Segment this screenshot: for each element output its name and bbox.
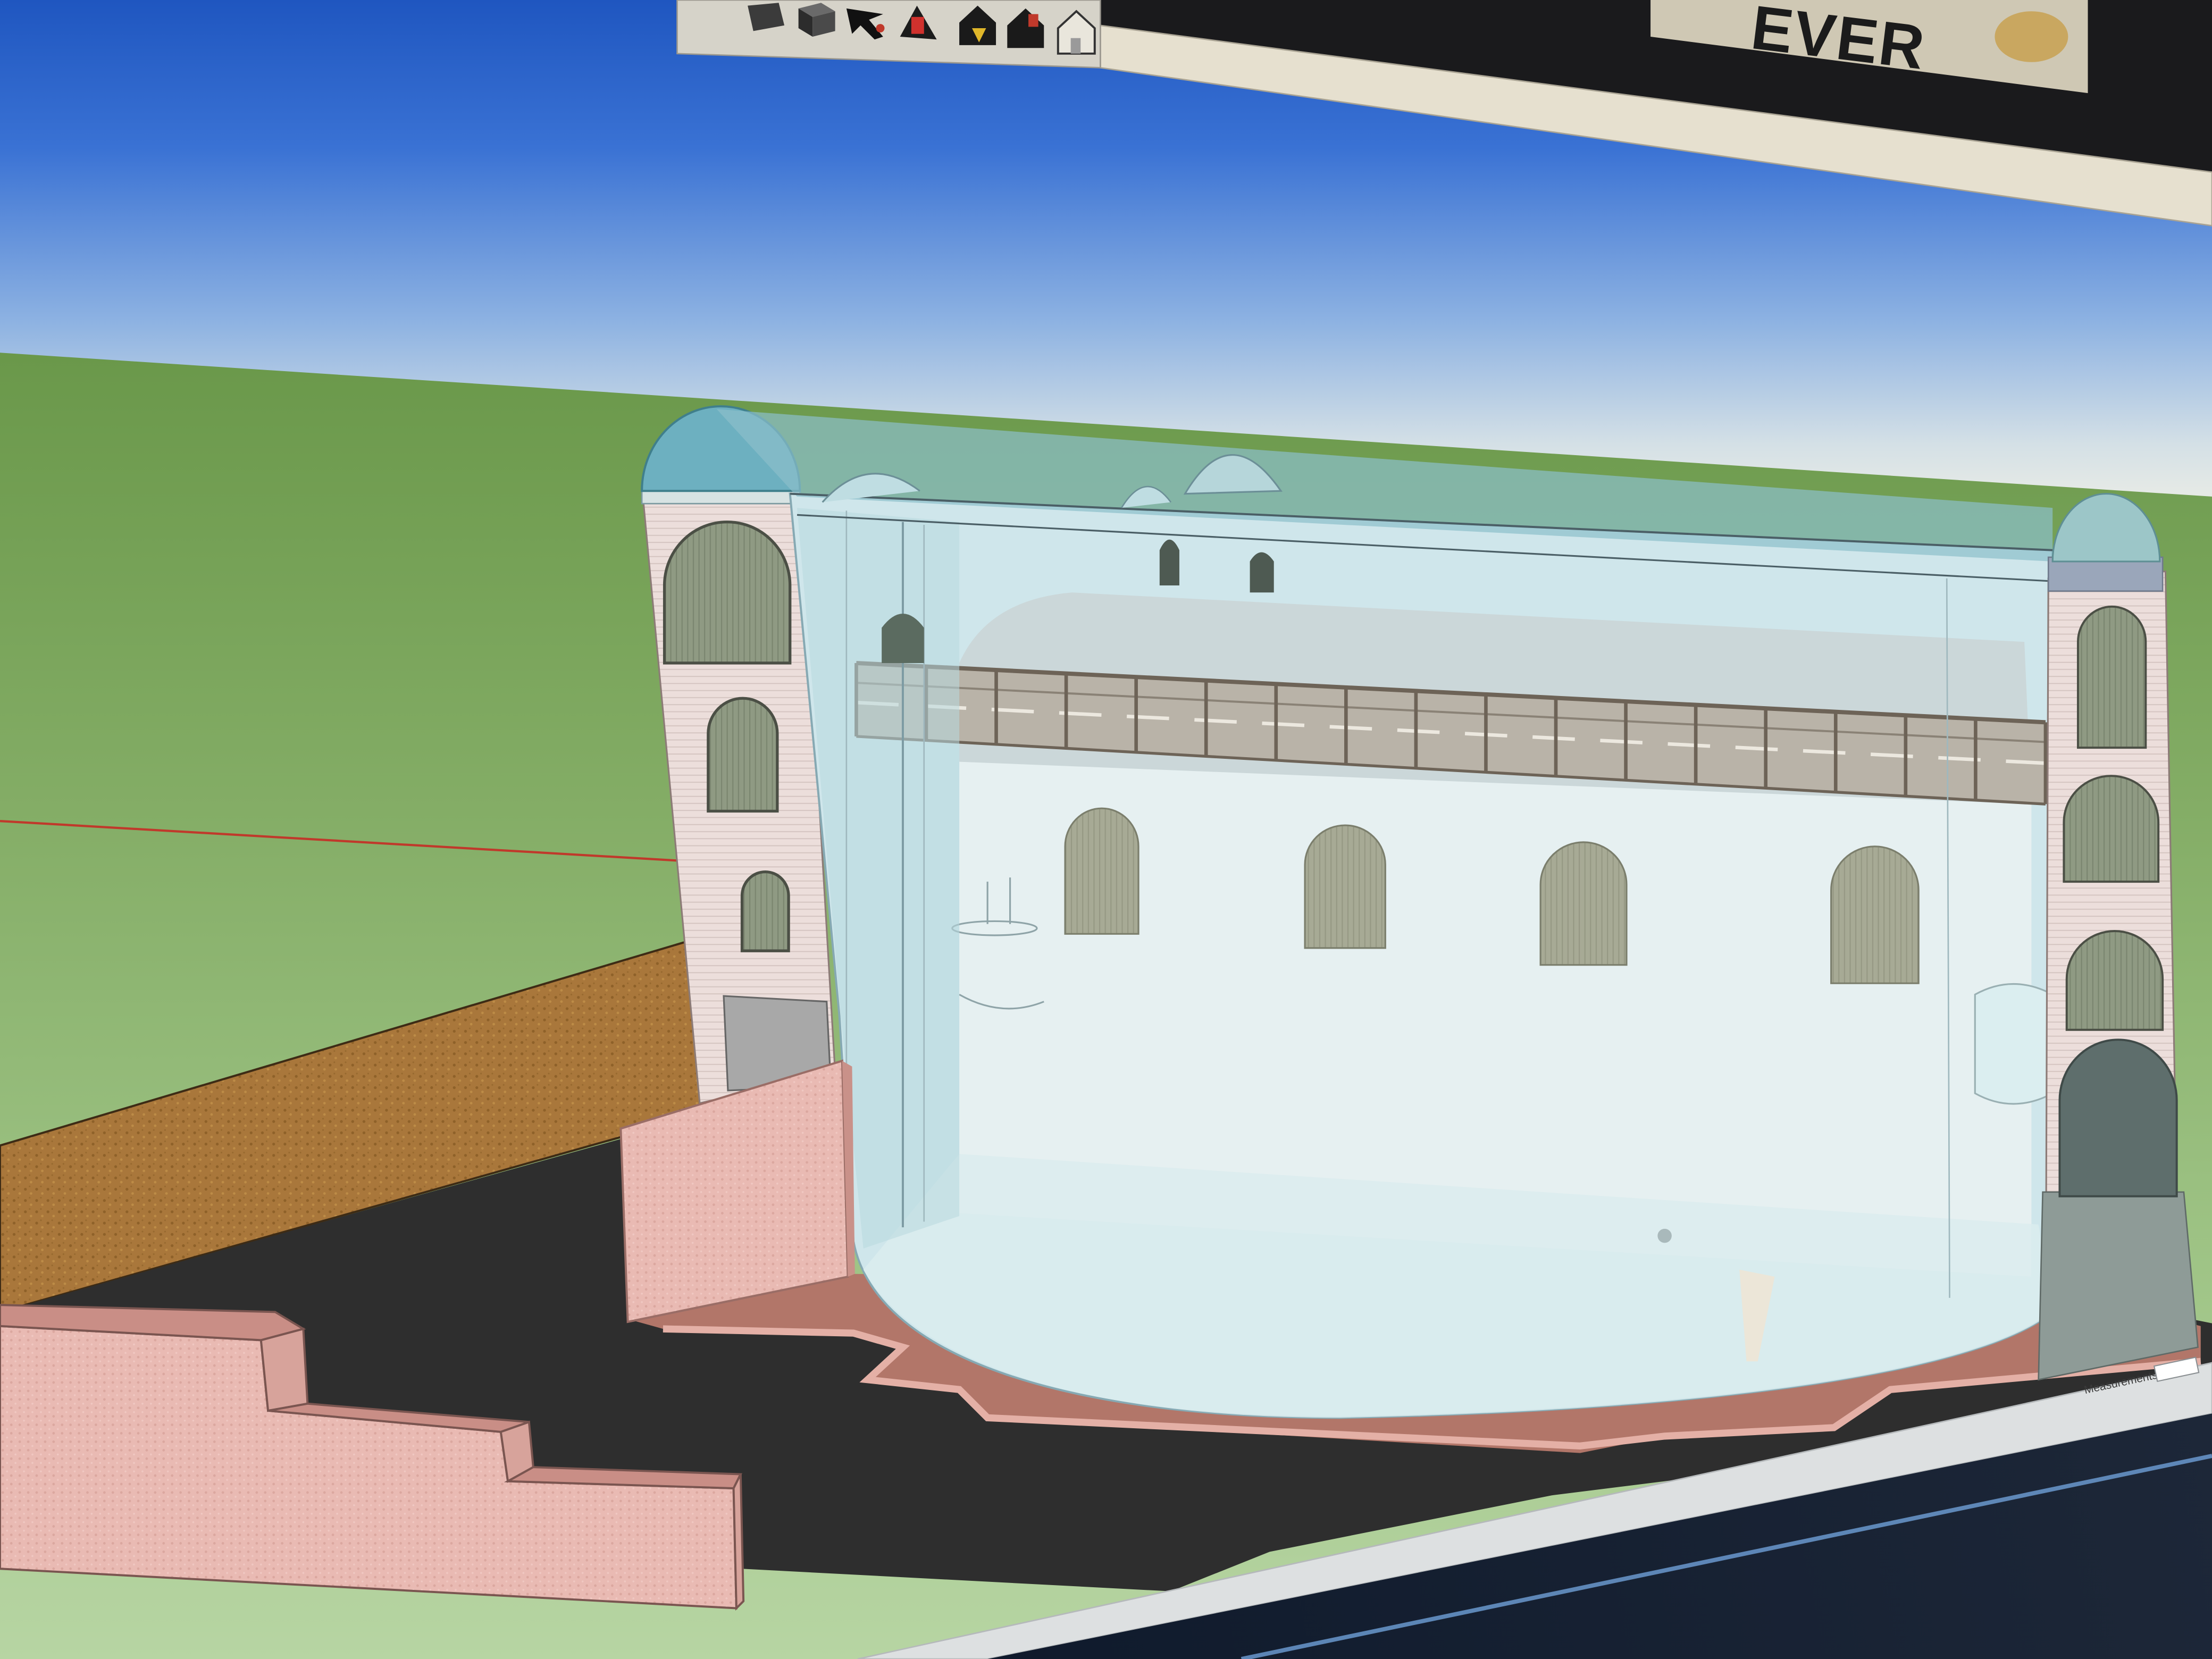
back-wall-window-1 <box>1064 807 1139 935</box>
upper-window-mid-1 <box>1159 539 1179 586</box>
sketchup-window: Measurements EVER <box>0 0 2212 1659</box>
right-tower-window-3 <box>2065 930 2164 1031</box>
model-viewport[interactable] <box>0 0 2212 1659</box>
left-tower-window-medium <box>707 697 779 813</box>
house-outline-door <box>1070 38 1081 54</box>
back-wall-window-3 <box>1539 841 1628 966</box>
stepped-wall-end <box>732 1473 745 1611</box>
figure-tool-accent <box>911 16 924 34</box>
right-tower-window-2 <box>2063 775 2160 883</box>
back-wall-window-4 <box>1830 845 1920 984</box>
right-tower-window-1 <box>2076 605 2147 749</box>
arrow-tool-dot <box>876 24 885 33</box>
floor-dot <box>1657 1228 1672 1243</box>
stepped-wall-side-1 <box>259 1327 309 1412</box>
right-tower-base <box>2038 1191 2199 1381</box>
upper-window-left <box>882 614 924 663</box>
poster-illustration <box>1995 11 2068 62</box>
back-wall-window-2 <box>1304 824 1386 949</box>
glass-cylinder <box>1974 983 2054 1105</box>
house-view-dark-accent <box>1028 14 1038 27</box>
left-tower-window-large <box>663 520 792 665</box>
left-tower-window-small <box>740 870 790 952</box>
right-tower-archway <box>2058 1038 2178 1197</box>
upper-window-mid-2 <box>1250 552 1274 593</box>
